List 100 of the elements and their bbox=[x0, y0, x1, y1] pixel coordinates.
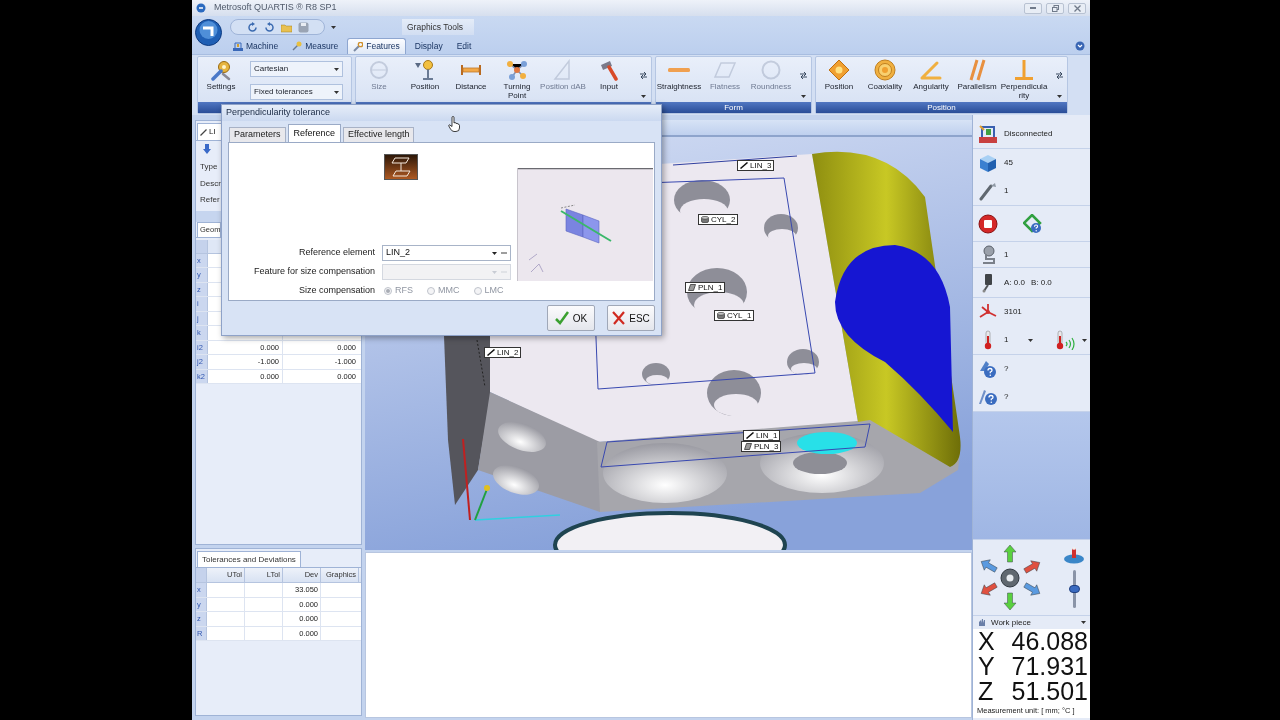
status-text: 3101 bbox=[1004, 306, 1022, 318]
panel-tab[interactable]: LI bbox=[197, 123, 222, 140]
tag-text: CYL_1 bbox=[727, 311, 752, 320]
field-label: Refer bbox=[200, 194, 220, 207]
restore-button[interactable] bbox=[1046, 2, 1064, 14]
ribbon-dropdown[interactable]: Fixed tolerances bbox=[250, 84, 343, 100]
tag-text: PLN_1 bbox=[698, 283, 723, 292]
button-label: Perpendicularity bbox=[1000, 82, 1048, 100]
dialog-button[interactable]: OK bbox=[547, 305, 595, 331]
feature-tag[interactable]: CYL_1 bbox=[714, 310, 755, 321]
wrench-gear-icon bbox=[209, 59, 233, 81]
slider-thumb[interactable] bbox=[1068, 585, 1080, 593]
button-label: Flatness bbox=[709, 82, 741, 91]
status-text: 45 bbox=[1004, 157, 1013, 169]
help-icon[interactable] bbox=[1075, 41, 1085, 51]
ribbon-button[interactable]: Perpendicularity bbox=[1000, 57, 1048, 102]
button-label: Position bbox=[410, 82, 440, 91]
concentric-circles-icon bbox=[873, 59, 897, 81]
status-text: ? bbox=[1004, 391, 1009, 403]
group-label: Form bbox=[724, 102, 743, 113]
button-label: Distance bbox=[455, 82, 487, 91]
stylus-icon bbox=[978, 181, 998, 201]
coordinate-value: 71.931 bbox=[1011, 654, 1088, 679]
dialog-button[interactable]: ESC bbox=[607, 305, 655, 331]
coordinate-value: 46.088 bbox=[1011, 629, 1088, 654]
status-text: 1 bbox=[1004, 185, 1009, 197]
ribbon-tab[interactable]: Display bbox=[409, 38, 448, 54]
field-label: Feature for size compensation bbox=[252, 265, 375, 279]
help-diamond-icon[interactable] bbox=[1023, 213, 1043, 234]
line-icon bbox=[487, 349, 495, 356]
circle-icon bbox=[759, 59, 783, 81]
x-mark-icon bbox=[612, 311, 626, 325]
group-label: Position bbox=[927, 102, 956, 113]
button-label: Position dAB bbox=[540, 82, 586, 91]
dropdown-field[interactable]: LIN_2 bbox=[382, 245, 511, 261]
status-text: ? bbox=[1004, 363, 1009, 375]
window-title: Metrosoft QUARTIS ® R8 SP1 bbox=[214, 1, 337, 15]
help-ruler-icon bbox=[978, 387, 998, 407]
dialog-tab[interactable]: Parameters bbox=[229, 127, 286, 142]
cylinder-icon bbox=[717, 312, 725, 319]
field-label: Reference element bbox=[297, 246, 375, 260]
ribbon-button[interactable]: Coaxiality bbox=[862, 57, 908, 102]
rotate-icon[interactable] bbox=[263, 21, 275, 33]
panel-tab[interactable]: Tolerances and Deviations bbox=[197, 551, 301, 567]
feature-tag[interactable]: LIN_3 bbox=[737, 160, 775, 171]
probe-icon bbox=[292, 41, 303, 51]
button-label: Angularity bbox=[913, 82, 949, 91]
caret-icon bbox=[800, 95, 806, 98]
stop-icon[interactable] bbox=[978, 213, 998, 234]
probe-tip-icon bbox=[1063, 547, 1085, 564]
contextual-tab-label: Graphics Tools bbox=[402, 19, 474, 35]
status-text: 1 bbox=[1004, 248, 1009, 261]
ribbon-dropdown[interactable]: Cartesian bbox=[250, 61, 343, 77]
down-arrow-icon[interactable] bbox=[203, 144, 211, 154]
button-label: Parallelism bbox=[957, 82, 997, 91]
button-label: Position bbox=[824, 82, 854, 91]
button-label: Turning Point bbox=[502, 82, 532, 100]
ribbon-button[interactable]: Position bbox=[816, 57, 862, 102]
dialog-tab[interactable]: Reference bbox=[287, 124, 342, 142]
diamond-icon bbox=[827, 59, 851, 81]
button-label: Roundness bbox=[750, 82, 792, 91]
ribbon-tab[interactable]: Edit bbox=[451, 38, 477, 54]
rotate-icon[interactable] bbox=[246, 21, 258, 33]
options-icon[interactable] bbox=[1054, 71, 1064, 80]
help-icon bbox=[978, 359, 998, 379]
caret-icon bbox=[492, 270, 497, 274]
checkmark-icon bbox=[554, 311, 569, 325]
ribbon-tab[interactable]: Measure bbox=[287, 38, 344, 54]
feature-tag[interactable]: CYL_2 bbox=[698, 214, 739, 225]
ribbon-button[interactable]: Distance bbox=[448, 57, 494, 102]
ribbon-button[interactable]: Settings bbox=[198, 57, 244, 102]
dialog-tab[interactable]: Effective length bbox=[343, 127, 415, 142]
ribbon-tab[interactable]: Features bbox=[347, 38, 406, 54]
caret-icon bbox=[334, 90, 339, 94]
feature-tag[interactable]: LIN_2 bbox=[484, 347, 522, 358]
circle-icon bbox=[367, 59, 391, 81]
options-icon[interactable] bbox=[638, 71, 648, 80]
feature-tag[interactable]: PLN_1 bbox=[685, 282, 726, 293]
hand-cursor-icon bbox=[448, 116, 460, 132]
ribbon-button[interactable]: Parallelism bbox=[954, 57, 1000, 102]
close-button[interactable] bbox=[1068, 2, 1086, 14]
app-orb-icon[interactable] bbox=[195, 19, 222, 46]
ribbon-tab[interactable]: Machine bbox=[228, 38, 284, 54]
ribbon-button[interactable]: Turning Point bbox=[494, 57, 540, 102]
feature-tag[interactable]: PLN_3 bbox=[741, 441, 782, 452]
options-icon[interactable] bbox=[798, 71, 808, 80]
ribbon-button[interactable]: Angularity bbox=[908, 57, 954, 102]
restore-icon bbox=[1051, 4, 1059, 12]
status-text: 1 bbox=[1004, 334, 1009, 346]
button-label: Settings bbox=[206, 82, 236, 91]
ribbon-button[interactable]: Position bbox=[402, 57, 448, 102]
caret-icon bbox=[1081, 621, 1086, 624]
ribbon-button[interactable]: Input bbox=[586, 57, 632, 102]
hand-icon bbox=[978, 618, 987, 627]
tag-text: LIN_3 bbox=[750, 161, 772, 170]
feature-tag[interactable]: LIN_1 bbox=[743, 430, 781, 441]
minimize-button[interactable] bbox=[1024, 2, 1042, 14]
ribbon-button[interactable]: Straightness bbox=[656, 57, 702, 102]
minimize-icon bbox=[1030, 7, 1036, 9]
plane-icon bbox=[688, 284, 696, 291]
